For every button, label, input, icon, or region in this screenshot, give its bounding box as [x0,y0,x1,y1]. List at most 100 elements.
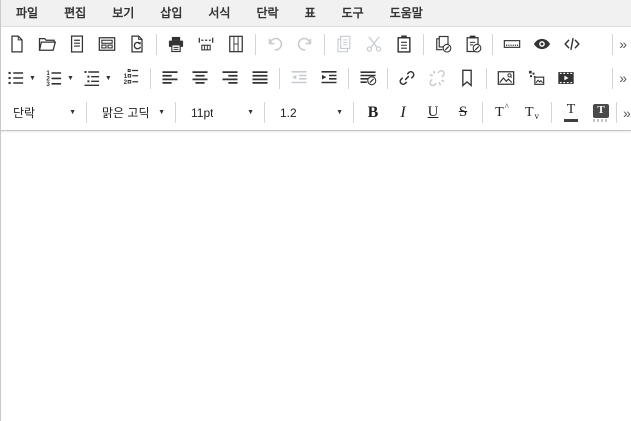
source-code-button[interactable] [557,29,587,59]
doc-new-icon [7,34,27,54]
line-edit-icon [358,68,378,88]
template-icon [97,34,117,54]
new-document-button[interactable] [2,29,32,59]
toolbar-overflow-button[interactable]: » [617,71,630,85]
align-center-button[interactable] [185,63,215,93]
subscript-button[interactable]: Tv [517,98,547,128]
dropdown-caret-icon: ▼ [69,109,76,116]
copy-button[interactable] [329,29,359,59]
dropdown-caret-icon: ▼ [158,109,165,116]
list-nested-icon [82,68,102,88]
line-height-select[interactable]: 1.2▼ [269,98,349,128]
insert-media-button[interactable] [551,63,581,93]
paste-icon [394,34,414,54]
page-setup-button[interactable] [221,29,251,59]
ruler-icon [502,34,522,54]
align-right-icon [220,68,240,88]
text-color-button[interactable]: T [556,98,586,128]
separator [150,68,151,89]
menu-format[interactable]: 서식 [195,0,243,26]
toolbar-overflow-button[interactable]: » [617,37,630,51]
insert-image-button[interactable] [491,63,521,93]
strikethrough-icon: S [459,105,467,120]
ruler-button[interactable] [497,29,527,59]
align-left-button[interactable] [155,63,185,93]
bold-button[interactable]: B [358,98,388,128]
font-family-select[interactable]: 맑은 고딕▼ [91,98,171,128]
photo-editor-button[interactable] [521,63,551,93]
undo-button[interactable] [260,29,290,59]
separator [612,34,613,55]
italic-button[interactable]: I [388,98,418,128]
background-color-button[interactable]: T [586,98,616,128]
separator [423,34,424,55]
list-ol-icon: 123 [44,68,64,88]
strikethrough-button[interactable]: S [448,98,478,128]
menu-view[interactable]: 보기 [99,0,147,26]
separator [492,34,493,55]
paste-button[interactable] [389,29,419,59]
print-button[interactable] [161,29,191,59]
menu-bar: 파일편집보기삽입서식단락표도구도움말 [1,0,631,27]
dropdown-caret-icon: ▼ [336,109,343,116]
page-break-icon [196,34,216,54]
paragraph-edit-button[interactable] [353,63,383,93]
align-justify-button[interactable] [245,63,275,93]
menu-edit[interactable]: 편집 [51,0,99,26]
subscript-mark: v [535,112,540,121]
separator [482,102,483,123]
font-size-select[interactable]: 11pt▼ [180,98,260,128]
menu-table[interactable]: 표 [292,0,329,26]
menu-file[interactable]: 파일 [3,0,51,26]
dropdown-caret-icon: ▼ [247,109,254,116]
list-outline-icon: 12 [121,68,141,88]
underline-button[interactable]: U [418,98,448,128]
outline-list-button[interactable]: 12 [116,63,146,93]
eye-icon [532,34,552,54]
separator [324,34,325,55]
align-right-button[interactable] [215,63,245,93]
template-button[interactable] [92,29,122,59]
menu-help[interactable]: 도움말 [377,0,436,26]
bookmark-button[interactable] [452,63,482,93]
dropdown-caret-icon: ▼ [67,75,74,82]
indent-icon [319,68,339,88]
superscript-icon: T [495,106,504,120]
superscript-mark: ^ [505,103,509,112]
redo-button[interactable] [290,29,320,59]
superscript-button[interactable]: T^ [487,98,517,128]
indent-button[interactable] [314,63,344,93]
align-center-icon [190,68,210,88]
menu-insert[interactable]: 삽입 [147,0,195,26]
outdent-icon [289,68,309,88]
menu-tools[interactable]: 도구 [329,0,377,26]
cut-button[interactable] [359,29,389,59]
restore-document-button[interactable] [122,29,152,59]
page-break-button[interactable] [191,29,221,59]
outdent-button[interactable] [284,63,314,93]
separator [353,102,354,123]
doc-restore-icon [127,34,147,54]
open-document-button[interactable] [32,29,62,59]
preview-button[interactable] [527,29,557,59]
toolbar-overflow-button[interactable]: » [621,106,631,120]
print-icon [166,34,186,54]
remove-link-button[interactable] [422,63,452,93]
paste-special-button[interactable] [458,29,488,59]
numbered-list-button[interactable]: 123▼ [40,63,78,93]
multilevel-list-button[interactable]: ▼ [78,63,116,93]
paragraph-style-select[interactable]: 단락▼ [2,98,82,128]
glyph: T [593,104,609,118]
editor-content[interactable] [1,131,631,421]
paste-special-icon [463,34,483,54]
cut-icon [364,34,384,54]
copy-icon [334,34,354,54]
document-text-button[interactable] [62,29,92,59]
paste-text-icon [433,34,453,54]
dropdown-caret-icon: ▼ [29,75,36,82]
insert-link-button[interactable] [392,63,422,93]
bullet-list-button[interactable]: ▼ [2,63,40,93]
separator [616,102,617,123]
paste-as-text-button[interactable] [428,29,458,59]
menu-paragraph[interactable]: 단락 [243,0,291,26]
